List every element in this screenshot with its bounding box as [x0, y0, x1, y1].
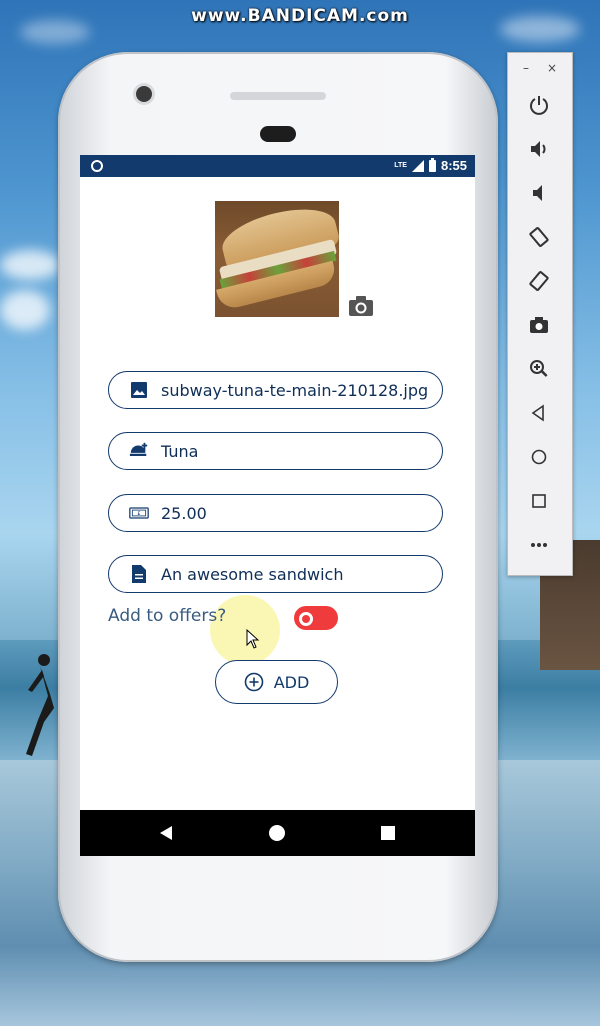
app-screen: LTE 8:55 subway-tuna-te-main-210128.jpg … — [80, 155, 475, 856]
mouse-pointer-icon — [246, 629, 260, 649]
camera-icon[interactable] — [348, 295, 374, 317]
front-camera — [136, 86, 152, 102]
food-dish-icon — [129, 441, 149, 461]
volume-down-icon — [533, 185, 542, 201]
offers-toggle[interactable] — [294, 606, 338, 630]
signal-icon — [411, 159, 424, 172]
image-name-field[interactable]: subway-tuna-te-main-210128.jpg — [108, 371, 443, 409]
android-navigation-bar — [80, 810, 475, 856]
description-value: An awesome sandwich — [161, 564, 344, 584]
add-button-label: ADD — [273, 672, 310, 692]
document-icon — [129, 564, 149, 584]
home-button[interactable] — [525, 443, 553, 471]
camera-icon — [530, 317, 548, 333]
nav-recents-icon[interactable] — [381, 826, 395, 840]
add-circle-icon — [244, 672, 264, 692]
volume-up-button[interactable] — [525, 135, 553, 163]
rotate-left-button[interactable] — [525, 223, 553, 251]
nav-back-icon[interactable] — [160, 826, 172, 840]
lte-indicator: LTE — [394, 162, 407, 169]
notification-icon — [91, 160, 103, 172]
product-image-preview[interactable] — [215, 201, 339, 317]
proximity-sensor — [260, 126, 296, 142]
zoom-button[interactable] — [525, 355, 553, 383]
rotate-right-icon — [529, 271, 549, 291]
offers-label: Add to offers? — [108, 606, 227, 626]
back-button[interactable] — [525, 399, 553, 427]
battery-icon — [428, 157, 436, 172]
earpiece-speaker — [230, 92, 326, 100]
emulator-toolbar: – × — [507, 52, 573, 576]
runner-silhouette — [26, 654, 54, 756]
rotate-left-icon — [529, 227, 549, 247]
image-icon — [129, 380, 149, 400]
power-icon — [530, 96, 548, 115]
status-time: 8:55 — [440, 158, 467, 173]
product-name-field[interactable]: Tuna — [108, 432, 443, 470]
screenshot-button[interactable] — [525, 311, 553, 339]
volume-up-icon — [531, 141, 546, 157]
money-icon: £ — [129, 503, 149, 523]
product-name-value: Tuna — [161, 441, 199, 461]
description-field[interactable]: An awesome sandwich — [108, 555, 443, 593]
status-bar: LTE 8:55 — [80, 155, 475, 177]
minimize-button[interactable]: – — [523, 61, 529, 75]
toggle-knob — [299, 612, 313, 626]
more-dots-icon — [531, 543, 547, 547]
back-triangle-icon — [531, 404, 544, 422]
rotate-right-button[interactable] — [525, 267, 553, 295]
overview-button[interactable] — [525, 487, 553, 515]
volume-down-button[interactable] — [525, 179, 553, 207]
price-field[interactable]: £ 25.00 — [108, 494, 443, 532]
svg-text:£: £ — [137, 511, 140, 517]
nav-home-icon[interactable] — [269, 825, 285, 841]
image-name-value: subway-tuna-te-main-210128.jpg — [161, 380, 429, 400]
overview-square-icon — [532, 494, 546, 508]
price-value: 25.00 — [161, 503, 207, 523]
add-button[interactable]: ADD — [215, 660, 338, 704]
power-button[interactable] — [525, 91, 553, 119]
more-button[interactable] — [525, 531, 553, 559]
bandicam-watermark: www.BANDICAM.com — [191, 6, 409, 26]
home-circle-icon — [531, 449, 547, 465]
close-button[interactable]: × — [547, 61, 557, 75]
zoom-icon — [530, 360, 548, 377]
